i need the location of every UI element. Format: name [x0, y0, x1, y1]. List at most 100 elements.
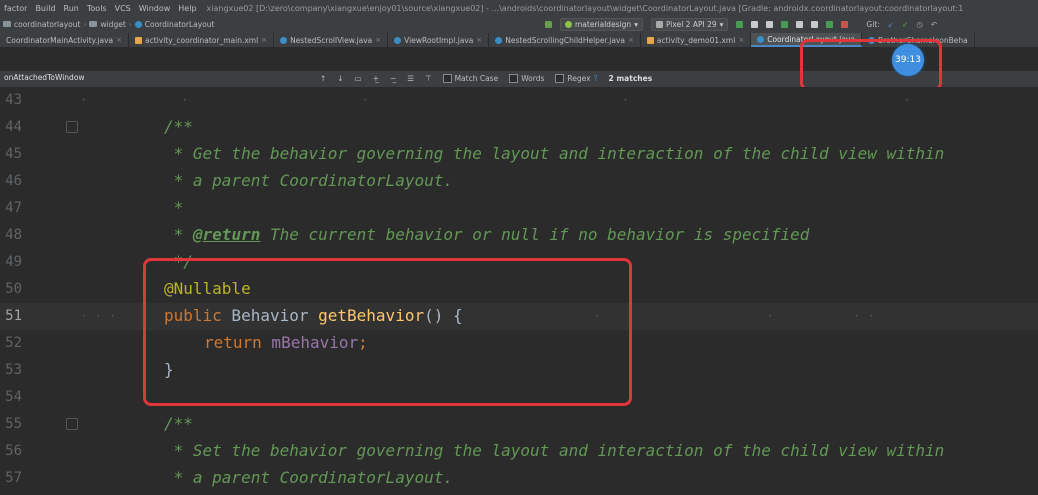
hammer-icon[interactable]	[545, 20, 552, 28]
breadcrumb-label: coordinatorlayout	[14, 19, 81, 29]
xml-icon	[135, 36, 143, 44]
tab-view-root-impl[interactable]: ViewRootImpl.java ×	[388, 33, 490, 47]
menu-window[interactable]: Window	[135, 4, 175, 13]
add-occurrence-icon[interactable]: +̲	[373, 74, 379, 83]
words-checkbox[interactable]: Words	[509, 74, 544, 83]
line-number: 47	[5, 200, 22, 216]
tab-coordinator-main-activity[interactable]: CoordinatorMainActivity.java ×	[0, 33, 130, 47]
code-text: * Get the behavior governing the layout …	[164, 144, 945, 163]
stop-icon[interactable]	[841, 20, 849, 28]
match-case-label: Match Case	[454, 74, 499, 83]
class-icon	[495, 36, 503, 44]
code-text: * Set the behavior governing the layout …	[164, 441, 945, 460]
checkbox-box	[442, 74, 452, 83]
filter-icon[interactable]: ⊤	[425, 74, 432, 83]
menu-refactor[interactable]: factor	[0, 4, 31, 13]
git-history-icon[interactable]: ◷	[916, 20, 923, 29]
fold-marker-icon[interactable]	[66, 418, 78, 430]
folder-icon	[89, 21, 98, 27]
tab-activity-demo01[interactable]: activity_demo01.xml ×	[641, 33, 752, 47]
highlight-box-code	[143, 258, 632, 406]
find-tools: ↑ ↓ ▭ +̲ −̲ ☰ ⊤ Match Case Words Regex ?…	[320, 72, 652, 85]
breadcrumb-item-widget[interactable]: widget	[86, 20, 128, 29]
line-number: 57	[5, 470, 22, 486]
class-icon	[757, 35, 765, 43]
code-text: * a parent CoordinatorLayout.	[164, 171, 453, 190]
run-config-label: materialdesign	[575, 19, 632, 29]
profile-icon[interactable]	[751, 20, 759, 28]
menu-help[interactable]: Help	[174, 4, 200, 13]
chevron-down-icon: ▾	[719, 19, 724, 29]
main-toolbar: materialdesign ▾ Pixel 2 API 29 ▾ Git: ↙…	[545, 17, 937, 31]
line-number: 49	[5, 254, 22, 270]
close-icon[interactable]: ×	[738, 36, 744, 44]
line-number: 56	[5, 443, 22, 459]
tab-nested-scrolling-child-helper[interactable]: NestedScrollingChildHelper.java ×	[489, 33, 641, 47]
code-line: 57 * a parent CoordinatorLayout.	[0, 465, 1038, 492]
code-editor[interactable]: · · · · · · · · · · · · · 43 44 /** 45 *…	[0, 87, 1038, 495]
undo-icon[interactable]: ↶	[931, 20, 937, 29]
close-icon[interactable]: ×	[476, 36, 482, 44]
highlight-box-tab	[800, 39, 942, 91]
line-number: 52	[5, 335, 22, 351]
select-all-occurrences-icon[interactable]: ☰	[407, 74, 414, 83]
fold-marker-icon[interactable]	[66, 121, 78, 133]
apply-changes-icon[interactable]	[826, 20, 834, 28]
close-icon[interactable]: ×	[261, 36, 267, 44]
close-icon[interactable]: ×	[116, 36, 122, 44]
checkbox-box	[509, 74, 519, 83]
android-icon	[565, 20, 572, 28]
tab-label: activity_demo01.xml	[656, 35, 736, 45]
sync-icon[interactable]	[766, 20, 774, 28]
close-icon[interactable]: ×	[375, 36, 381, 44]
run-config-select[interactable]: materialdesign ▾	[560, 17, 643, 31]
git-commit-icon[interactable]: ✓	[902, 20, 908, 29]
line-number: 43	[5, 92, 22, 108]
code-line: 43	[0, 87, 1038, 114]
code-line: 45 * Get the behavior governing the layo…	[0, 141, 1038, 168]
regex-label: Regex	[567, 74, 591, 83]
regex-checkbox[interactable]: Regex ?	[555, 74, 598, 83]
line-number: 55	[5, 416, 22, 432]
code-line: 47 *	[0, 195, 1038, 222]
regex-help-icon[interactable]: ?	[594, 74, 598, 83]
tab-nested-scroll-view[interactable]: NestedScrollView.java ×	[274, 33, 389, 47]
previous-occurrence-icon[interactable]: ↑	[320, 74, 326, 83]
phone-icon	[655, 20, 663, 28]
attach-icon[interactable]	[796, 20, 804, 28]
menu-tools[interactable]: Tools	[83, 4, 111, 13]
doc-star: *	[164, 225, 193, 244]
code-line: 55 /**	[0, 411, 1038, 438]
line-number: 54	[5, 389, 22, 405]
close-icon[interactable]: ×	[628, 36, 634, 44]
git-label: Git:	[866, 19, 880, 29]
git-update-icon[interactable]: ↙	[888, 20, 894, 29]
line-number: 48	[5, 227, 22, 243]
run-icon[interactable]	[736, 20, 744, 28]
menu-bar: factor Build Run Tools VCS Window Help x…	[0, 0, 1038, 16]
line-number: 45	[5, 146, 22, 162]
remove-occurrence-icon[interactable]: −̲	[390, 74, 396, 83]
breadcrumb-item-coordinatorlayout[interactable]: coordinatorlayout	[0, 20, 83, 29]
code-text: * a parent CoordinatorLayout.	[164, 468, 453, 487]
code-text: *	[164, 198, 184, 217]
chevron-down-icon: ▾	[634, 19, 638, 29]
breadcrumb: coordinatorlayout › widget › Coordinator…	[0, 18, 217, 30]
words-label: Words	[521, 74, 545, 83]
search-input[interactable]: onAttachedToWindow	[2, 73, 304, 84]
menu-build[interactable]: Build	[31, 4, 59, 13]
next-occurrence-icon[interactable]: ↓	[337, 74, 343, 83]
line-number: 50	[5, 281, 22, 297]
coverage-icon[interactable]	[811, 20, 819, 28]
code-line: 44 /**	[0, 114, 1038, 141]
debug-icon[interactable]	[781, 20, 789, 28]
breadcrumb-item-class[interactable]: CoordinatorLayout	[132, 20, 218, 29]
menu-run[interactable]: Run	[60, 4, 83, 13]
match-case-checkbox[interactable]: Match Case	[442, 74, 499, 83]
device-select[interactable]: Pixel 2 API 29 ▾	[650, 17, 729, 31]
tab-activity-coordinator-main[interactable]: activity_coordinator_main.xml ×	[129, 33, 275, 47]
class-icon	[134, 20, 142, 28]
menu-vcs[interactable]: VCS	[111, 4, 135, 13]
find-in-selection-icon[interactable]: ▭	[355, 74, 362, 83]
tab-label: activity_coordinator_main.xml	[145, 35, 259, 45]
